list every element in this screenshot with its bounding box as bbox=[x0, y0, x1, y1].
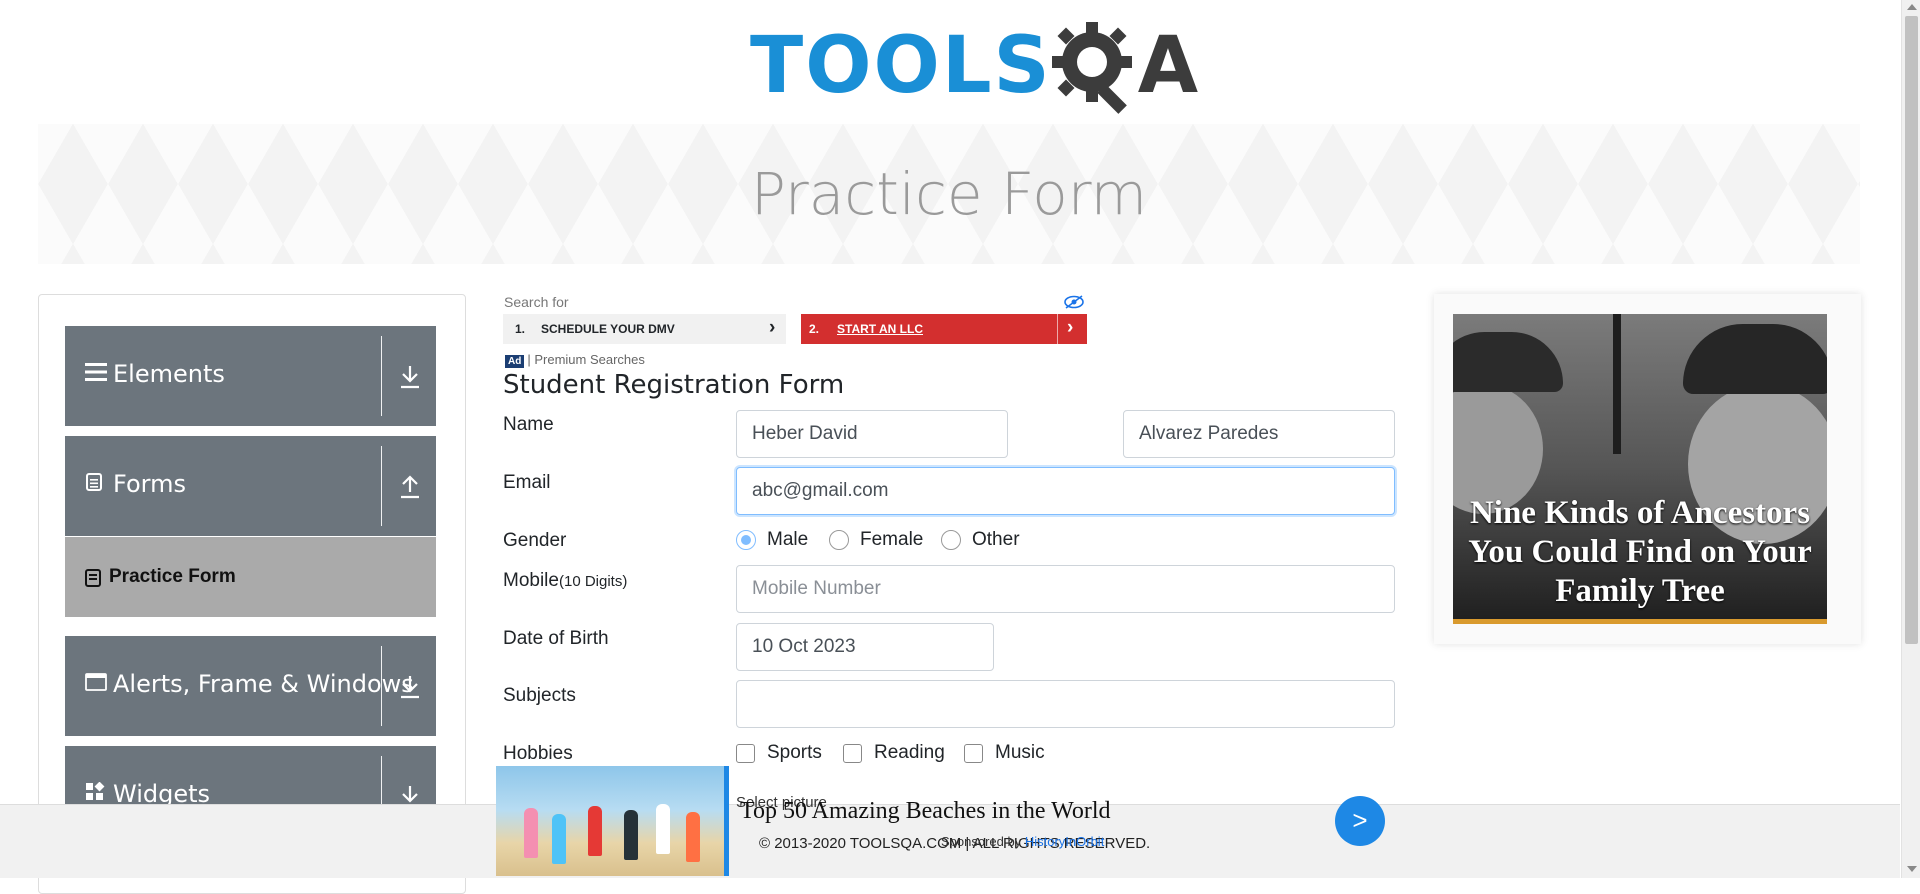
sponsored-by: Sponsored by HistoryInOrbit bbox=[941, 834, 1104, 849]
sponsor-name[interactable]: HistoryInOrbit bbox=[1025, 834, 1104, 849]
logo-text: TOOLS bbox=[750, 21, 1052, 111]
ad-item-text: SCHEDULE YOUR DMV bbox=[541, 322, 675, 336]
scrollbar-thumb[interactable] bbox=[1905, 16, 1918, 644]
ad-title: Top 50 Amazing Beaches in the World bbox=[740, 798, 1111, 824]
checkbox[interactable] bbox=[736, 743, 755, 763]
email-label: Email bbox=[503, 472, 551, 493]
ad-search-link[interactable]: 2. START AN LLC › bbox=[801, 314, 1087, 344]
scroll-down-icon[interactable] bbox=[1907, 866, 1917, 872]
ad-figure bbox=[624, 810, 638, 860]
checkbox[interactable] bbox=[964, 743, 983, 763]
page-banner: Practice Form bbox=[38, 124, 1860, 264]
ad-search-link[interactable]: 1. SCHEDULE YOUR DMV › bbox=[503, 314, 786, 344]
sidebar-item-practice-form[interactable]: Practice Form bbox=[65, 537, 436, 617]
subjects-label: Subjects bbox=[503, 685, 576, 706]
divider bbox=[381, 446, 382, 526]
divider bbox=[381, 646, 382, 726]
divider bbox=[1057, 314, 1058, 344]
page-title: Practice Form bbox=[750, 160, 1148, 228]
form-icon bbox=[85, 569, 101, 592]
gender-radio-female[interactable]: Female bbox=[829, 529, 923, 551]
checkbox-label: Music bbox=[995, 742, 1045, 763]
ad-figure bbox=[588, 806, 602, 856]
download-arrow-icon[interactable] bbox=[399, 674, 421, 700]
ad-accent-line bbox=[724, 766, 729, 876]
ad-badge: Ad bbox=[505, 355, 525, 368]
sidebar-group-elements[interactable]: Elements bbox=[65, 326, 436, 426]
gender-radio-other[interactable]: Other bbox=[941, 529, 1020, 551]
bottom-sticky-ad[interactable]: Select picture Top 50 Amazing Beaches in… bbox=[496, 766, 1385, 878]
last-name-input[interactable]: Alvarez Paredes bbox=[1123, 410, 1395, 458]
date-of-birth-input[interactable]: 10 Oct 2023 bbox=[736, 623, 994, 671]
gender-label: Gender bbox=[503, 530, 567, 551]
sidebar-group-label: Forms bbox=[113, 470, 186, 498]
document-icon bbox=[85, 472, 103, 497]
subjects-input[interactable] bbox=[736, 680, 1395, 728]
hobby-checkbox-reading[interactable]: Reading bbox=[843, 742, 945, 764]
radio-button[interactable] bbox=[941, 530, 961, 550]
chevron-right-icon: › bbox=[1067, 317, 1074, 338]
radio-button[interactable] bbox=[829, 530, 849, 550]
premium-searches-label: | Premium Searches bbox=[527, 352, 645, 367]
ad-image-hat bbox=[1453, 332, 1563, 392]
radio-label: Female bbox=[860, 529, 924, 550]
sidebar-group-forms[interactable]: Forms bbox=[65, 436, 436, 536]
download-arrow-icon[interactable] bbox=[399, 364, 421, 390]
checkbox[interactable] bbox=[843, 743, 862, 763]
search-ad: Search for 1. SCHEDULE YOUR DMV › 2. STA… bbox=[503, 294, 1087, 370]
gear-magnifier-icon bbox=[1048, 18, 1144, 114]
sidebar-group-label: Alerts, Frame & Windows bbox=[113, 670, 414, 698]
ad-image: Nine Kinds of Ancestors You Could Find o… bbox=[1453, 314, 1827, 619]
ad-image-pole bbox=[1613, 314, 1621, 454]
hobby-checkbox-sports[interactable]: Sports bbox=[736, 742, 822, 764]
ad-item-number: 2. bbox=[809, 322, 820, 336]
ad-figure bbox=[552, 814, 566, 864]
ad-accent-bar bbox=[1453, 619, 1827, 624]
page-scrollbar[interactable] bbox=[1901, 0, 1920, 878]
hamburger-icon bbox=[85, 362, 107, 387]
mobile-input[interactable]: Mobile Number bbox=[736, 565, 1395, 613]
divider bbox=[381, 336, 382, 416]
radio-label: Other bbox=[972, 529, 1020, 550]
ad-thumbnail bbox=[496, 766, 724, 876]
ad-next-button[interactable]: > bbox=[1335, 796, 1385, 846]
mobile-label-text: Mobile bbox=[503, 570, 559, 591]
scroll-up-icon[interactable] bbox=[1907, 4, 1917, 10]
mobile-hint: (10 Digits) bbox=[558, 573, 628, 590]
search-for-label: Search for bbox=[504, 294, 569, 310]
sidebar-item-label: Practice Form bbox=[109, 566, 236, 587]
name-label: Name bbox=[503, 414, 554, 435]
dob-label: Date of Birth bbox=[503, 628, 609, 649]
ad-figure bbox=[656, 804, 670, 854]
checkbox-label: Sports bbox=[767, 742, 822, 763]
ad-item-number: 1. bbox=[515, 322, 526, 336]
ad-caption: Nine Kinds of Ancestors You Could Find o… bbox=[1468, 495, 1812, 609]
gender-radio-male[interactable]: Male bbox=[736, 529, 808, 551]
upload-arrow-icon[interactable] bbox=[399, 474, 421, 500]
form-title: Student Registration Form bbox=[503, 370, 845, 400]
ad-disclosure: Ad | Premium Searches bbox=[505, 352, 645, 368]
chevron-right-icon: › bbox=[769, 317, 776, 338]
ad-figure bbox=[524, 808, 538, 858]
sidebar-ad[interactable]: Nine Kinds of Ancestors You Could Find o… bbox=[1434, 294, 1861, 644]
ad-figure bbox=[686, 812, 700, 862]
radio-button[interactable] bbox=[736, 530, 756, 550]
hobby-checkbox-music[interactable]: Music bbox=[964, 742, 1045, 764]
first-name-input[interactable]: Heber David bbox=[736, 410, 1008, 458]
ad-image-hat bbox=[1683, 324, 1827, 394]
sidebar-group-alerts[interactable]: Alerts, Frame & Windows bbox=[65, 636, 436, 736]
ad-item-text: START AN LLC bbox=[837, 322, 923, 336]
checkbox-label: Reading bbox=[874, 742, 945, 763]
hobbies-label: Hobbies bbox=[503, 743, 573, 764]
mobile-label: Mobile(10 Digits) bbox=[503, 570, 627, 592]
sponsored-label: Sponsored by bbox=[941, 834, 1025, 849]
email-input[interactable]: abc@gmail.com bbox=[736, 467, 1395, 515]
hide-ad-icon[interactable] bbox=[1063, 294, 1085, 315]
sidebar-group-label: Elements bbox=[113, 360, 225, 388]
toolsqa-logo[interactable]: TOOLS A bbox=[750, 18, 1198, 114]
window-icon bbox=[85, 672, 107, 697]
radio-label: Male bbox=[767, 529, 809, 550]
logo-suffix: A bbox=[1137, 21, 1199, 111]
